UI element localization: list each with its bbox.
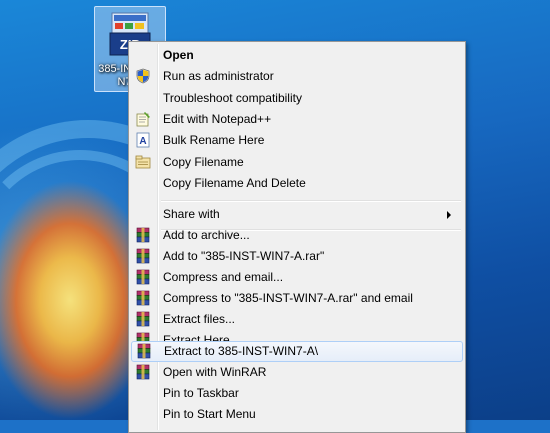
menu-item-troubleshoot-compatibility[interactable]: Troubleshoot compatibility: [131, 88, 461, 109]
winrar-icon: [136, 269, 150, 285]
menu-separator: [161, 200, 461, 202]
uac-shield-icon: [136, 68, 150, 84]
winrar-icon: [136, 290, 150, 306]
menu-item-extract-files[interactable]: Extract files...: [131, 309, 461, 330]
menu-item-edit-with-notepad-plus[interactable]: Edit with Notepad++: [131, 109, 461, 130]
menu-item-compress-to-rar-and-email[interactable]: Compress to "385-INST-WIN7-A.rar" and em…: [131, 288, 461, 309]
svg-text:A: A: [139, 136, 146, 147]
menu-item-bulk-rename-here[interactable]: A Bulk Rename Here: [131, 130, 461, 151]
submenu-arrow-icon: [447, 211, 451, 219]
winrar-icon: [137, 343, 151, 359]
menu-item-pin-to-taskbar[interactable]: Pin to Taskbar: [131, 383, 461, 404]
winrar-icon: [136, 364, 150, 380]
menu-item-pin-to-start-menu[interactable]: Pin to Start Menu: [131, 404, 461, 425]
winrar-icon: [136, 227, 150, 243]
menu-item-share-with[interactable]: Share with: [131, 204, 461, 225]
winrar-icon: [136, 311, 150, 327]
copy-filename-icon: [135, 155, 151, 169]
notepad-plus-icon: [136, 112, 150, 127]
menu-item-add-to-archive[interactable]: Add to archive...: [131, 225, 461, 246]
menu-item-copy-filename-and-delete[interactable]: Copy Filename And Delete: [131, 173, 461, 194]
menu-item-copy-filename[interactable]: Copy Filename: [131, 152, 461, 173]
menu-item-compress-and-email[interactable]: Compress and email...: [131, 267, 461, 288]
winrar-icon: [136, 248, 150, 264]
menu-item-open[interactable]: Open: [131, 45, 461, 66]
menu-item-open-with-winrar[interactable]: Open with WinRAR: [131, 362, 461, 383]
bulk-rename-icon: A: [136, 132, 150, 148]
menu-item-add-to-rar[interactable]: Add to "385-INST-WIN7-A.rar": [131, 246, 461, 267]
menu-item-extract-to-folder[interactable]: Extract to 385-INST-WIN7-A\: [131, 341, 463, 362]
context-menu: Open Run as administrator Troubleshoot c…: [128, 41, 466, 433]
menu-item-run-as-administrator[interactable]: Run as administrator: [131, 66, 461, 87]
